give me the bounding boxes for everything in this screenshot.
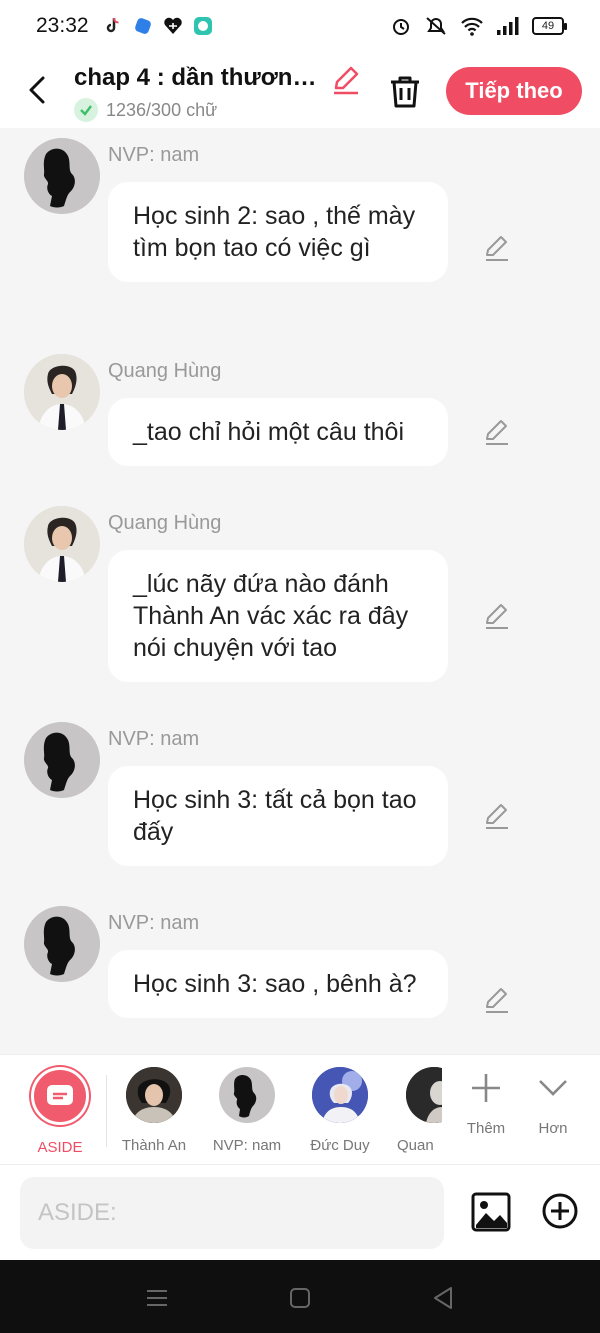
character-aside[interactable]: ASIDE — [13, 1067, 107, 1156]
chevron-left-icon — [29, 76, 45, 104]
character-selector: ASIDE Thành An NVP: nam Đức Duy Quan Thê… — [0, 1054, 600, 1164]
avatar[interactable] — [24, 506, 100, 582]
avatar[interactable] — [24, 906, 100, 982]
status-bar: 23:32 49 — [0, 0, 600, 52]
message-author: Quang Hùng — [108, 360, 222, 382]
mute-icon — [426, 17, 446, 35]
system-nav-bar — [0, 1260, 600, 1333]
character-nvp-nam[interactable]: NVP: nam — [200, 1067, 294, 1154]
avatar[interactable] — [24, 138, 100, 214]
heart-app-icon — [163, 17, 182, 34]
word-count-text: 1236/300 chữ — [106, 99, 218, 120]
add-character-button[interactable]: Thêm — [456, 1071, 516, 1137]
check-icon — [74, 98, 98, 122]
plus-icon — [472, 1074, 500, 1102]
message-bubble[interactable]: _tao chỉ hỏi một câu thôi — [108, 398, 448, 466]
back-button[interactable] — [20, 70, 54, 110]
message-author: Quang Hùng — [108, 512, 222, 534]
trash-icon[interactable] — [386, 72, 424, 110]
next-button[interactable]: Tiếp theo — [446, 67, 582, 115]
edit-message-icon[interactable] — [482, 986, 512, 1016]
message-list: NVP: nam Học sinh 2: sao , thế mày tìm b… — [0, 128, 600, 1054]
edit-message-icon[interactable] — [482, 418, 512, 448]
avatar — [219, 1067, 275, 1123]
avatar[interactable] — [24, 722, 100, 798]
wifi-icon — [461, 17, 483, 36]
back-nav-icon[interactable] — [429, 1284, 457, 1312]
notification-icons — [103, 16, 213, 36]
character-quang-hung[interactable]: Quan — [386, 1067, 442, 1154]
composer — [0, 1164, 600, 1260]
plus-circle-icon[interactable] — [540, 1191, 580, 1231]
home-icon[interactable] — [286, 1284, 314, 1312]
aside-icon — [31, 1067, 89, 1125]
message-author: NVP: nam — [108, 144, 200, 166]
editor-header: chap 4 : dần thương nhau 1236/300 chữ Ti… — [0, 52, 600, 128]
edit-message-icon[interactable] — [482, 602, 512, 632]
character-label: NVP: nam — [212, 1137, 282, 1154]
avatar — [126, 1067, 182, 1123]
tiktok-icon — [106, 17, 119, 33]
edit-message-icon[interactable] — [482, 234, 512, 264]
expand-label: Hơn — [538, 1120, 568, 1137]
status-indicators: 49 — [390, 15, 567, 37]
messenger-icon — [193, 17, 212, 35]
message-bubble[interactable]: Học sinh 3: sao , bênh à? — [108, 950, 448, 1018]
add-character-label: Thêm — [466, 1120, 506, 1137]
battery-indicator: 49 — [532, 17, 567, 35]
character-thanh-an[interactable]: Thành An — [107, 1067, 201, 1154]
message-bubble[interactable]: _lúc nãy đứa nào đánh Thành An vác xác r… — [108, 550, 448, 682]
message-bubble[interactable]: Học sinh 2: sao , thế mày tìm bọn tao có… — [108, 182, 448, 282]
word-count: 1236/300 chữ — [74, 98, 217, 122]
app-icon-blue — [134, 18, 151, 34]
avatar — [406, 1067, 442, 1123]
character-label: ASIDE — [37, 1139, 83, 1156]
edit-message-icon[interactable] — [482, 802, 512, 832]
alarm-icon — [393, 19, 409, 35]
avatar — [312, 1067, 368, 1123]
status-time: 23:32 — [36, 14, 89, 37]
signal-icon — [497, 17, 519, 35]
chapter-title[interactable]: chap 4 : dần thương nhau — [74, 64, 319, 92]
avatar[interactable] — [24, 354, 100, 430]
message-author: NVP: nam — [108, 728, 200, 750]
expand-characters-button[interactable]: Hơn — [523, 1071, 583, 1137]
chevron-down-icon — [539, 1080, 567, 1096]
message-author: NVP: nam — [108, 912, 200, 934]
image-icon[interactable] — [470, 1191, 512, 1233]
character-label: Đức Duy — [310, 1137, 370, 1154]
character-label: Quan — [397, 1137, 434, 1154]
character-duc-duy[interactable]: Đức Duy — [293, 1067, 387, 1154]
message-bubble[interactable]: Học sinh 3: tất cả bọn tao đấy — [108, 766, 448, 866]
message-input[interactable] — [20, 1177, 444, 1249]
edit-title-icon[interactable] — [330, 64, 362, 96]
character-label: Thành An — [121, 1137, 187, 1154]
menu-icon[interactable] — [143, 1284, 171, 1312]
